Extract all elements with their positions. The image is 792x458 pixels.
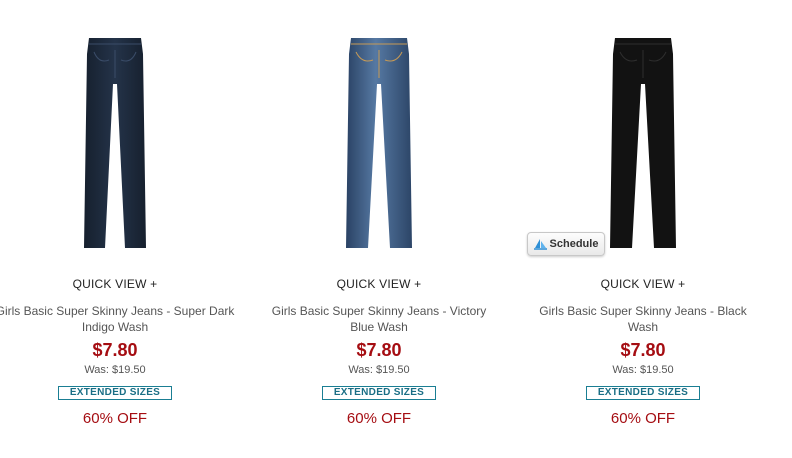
discount-label: 60% OFF — [82, 410, 148, 427]
product-card: QUICK VIEW + Girls Basic Super Skinny Je… — [511, 0, 775, 458]
schedule-label: Schedule — [549, 238, 599, 250]
discount-label: 60% OFF — [610, 410, 676, 427]
sail-icon — [533, 238, 547, 250]
extended-sizes-badge: EXTENDED SIZES — [586, 386, 700, 400]
quick-view-link[interactable]: QUICK VIEW + — [511, 277, 775, 291]
original-price: Was: $19.50 — [84, 364, 146, 376]
jeans-image — [346, 38, 412, 248]
product-name-link[interactable]: Girls Basic Super Skinny Jeans - Victory… — [259, 303, 499, 335]
discount-label: 60% OFF — [346, 410, 412, 427]
extended-sizes-badge: EXTENDED SIZES — [58, 386, 172, 400]
product-image[interactable] — [511, 32, 775, 252]
product-name-link[interactable]: Girls Basic Super Skinny Jeans - Black W… — [523, 303, 763, 335]
product-grid: QUICK VIEW + Girls Basic Super Skinny Je… — [0, 0, 792, 458]
sale-price: $7.80 — [620, 340, 666, 360]
product-card: QUICK VIEW + Girls Basic Super Skinny Je… — [0, 0, 247, 458]
jeans-image — [610, 38, 676, 248]
sale-price: $7.80 — [356, 340, 402, 360]
schedule-button[interactable]: Schedule — [527, 232, 605, 256]
original-price: Was: $19.50 — [612, 364, 674, 376]
quick-view-link[interactable]: QUICK VIEW + — [247, 277, 511, 291]
product-image[interactable] — [247, 32, 511, 252]
product-card: QUICK VIEW + Girls Basic Super Skinny Je… — [247, 0, 511, 458]
sale-price: $7.80 — [92, 340, 138, 360]
quick-view-link[interactable]: QUICK VIEW + — [0, 277, 247, 291]
extended-sizes-badge: EXTENDED SIZES — [322, 386, 436, 400]
product-image[interactable] — [0, 32, 247, 252]
product-name-link[interactable]: Girls Basic Super Skinny Jeans - Super D… — [0, 303, 235, 335]
original-price: Was: $19.50 — [348, 364, 410, 376]
jeans-image — [84, 38, 146, 248]
